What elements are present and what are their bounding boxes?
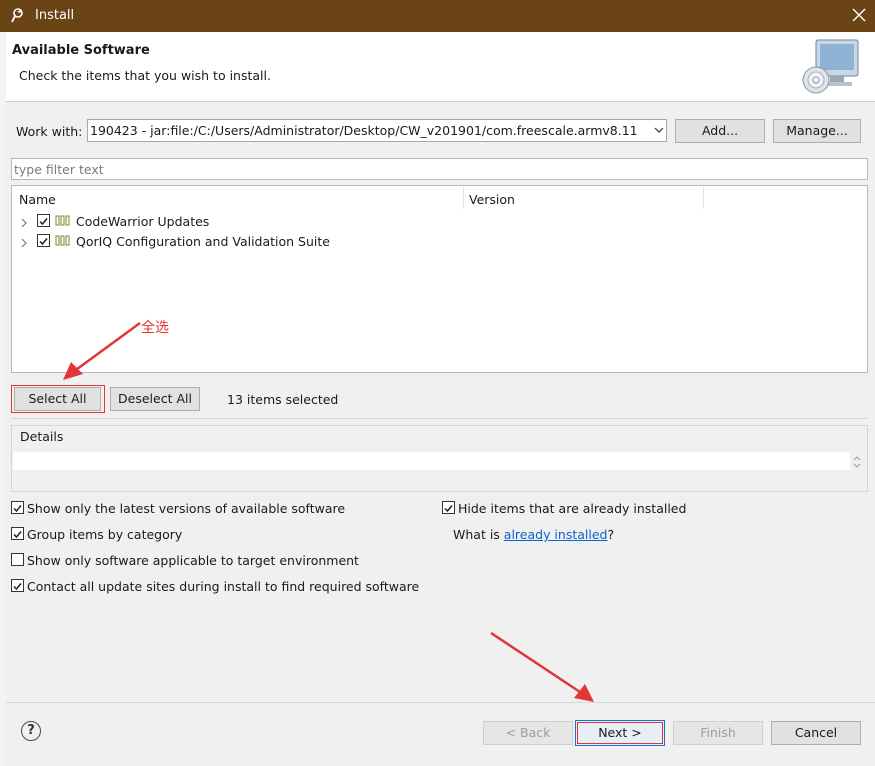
show-latest-checkbox[interactable] [11,501,24,514]
category-icon [55,234,71,249]
tree-item-checkbox[interactable] [37,214,50,227]
what-is-installed-text: What is already installed? [453,527,614,542]
add-site-button[interactable]: Add... [675,119,765,143]
filter-input[interactable] [11,158,868,180]
contact-all-sites-label[interactable]: Contact all update sites during install … [27,579,419,594]
what-is-suffix: ? [607,527,615,542]
help-icon[interactable]: ? [21,721,41,741]
hide-installed-label[interactable]: Hide items that are already installed [458,501,686,516]
manage-sites-button[interactable]: Manage... [773,119,861,143]
install-app-icon [11,7,27,23]
contact-all-sites-checkbox[interactable] [11,579,24,592]
select-all-button[interactable]: Select All [14,387,101,411]
expand-chevron-icon[interactable] [19,216,29,228]
install-computer-icon [800,38,862,96]
next-button[interactable]: Next > [577,722,663,744]
back-button[interactable]: < Back [483,721,573,745]
applicable-only-checkbox[interactable] [11,553,24,566]
already-installed-link[interactable]: already installed [504,527,608,542]
deselect-all-button[interactable]: Deselect All [110,387,200,411]
work-with-value: 190423 - jar:file:/C:/Users/Administrato… [90,123,638,138]
tree-item-label[interactable]: CodeWarrior Updates [76,214,209,229]
title-bar [0,0,875,32]
column-divider [463,187,464,209]
cancel-button[interactable]: Cancel [771,721,861,745]
annotation-arrow-icon [63,321,141,380]
show-latest-label[interactable]: Show only the latest versions of availab… [27,501,345,516]
window-title: Install [35,8,75,23]
annotation-label: 全选 [141,320,169,336]
tree-item-label[interactable]: QorIQ Configuration and Validation Suite [76,234,330,249]
what-is-prefix: What is [453,527,504,542]
filter-placeholder: type filter text [14,162,104,177]
annotation-arrow-icon [490,631,594,702]
chevron-down-icon[interactable] [652,122,666,138]
work-with-label: Work with: [16,124,83,139]
divider [11,418,868,419]
expand-chevron-icon[interactable] [19,236,29,248]
tree-item-checkbox[interactable] [37,234,50,247]
page-title: Available Software [12,43,150,58]
category-icon [55,214,71,229]
finish-button[interactable]: Finish [673,721,763,745]
applicable-only-label[interactable]: Show only software applicable to target … [27,553,359,568]
details-label: Details [20,429,64,444]
group-by-category-checkbox[interactable] [11,527,24,540]
column-header-version[interactable]: Version [469,192,515,207]
spinner-arrows-icon[interactable] [852,454,862,473]
column-divider [703,187,704,209]
selection-status: 13 items selected [227,392,339,407]
details-text-area[interactable] [13,452,850,470]
page-subtitle: Check the items that you wish to install… [19,68,271,83]
column-header-name[interactable]: Name [19,192,56,207]
close-icon[interactable] [848,4,870,26]
hide-installed-checkbox[interactable] [442,501,455,514]
group-by-category-label[interactable]: Group items by category [27,527,182,542]
